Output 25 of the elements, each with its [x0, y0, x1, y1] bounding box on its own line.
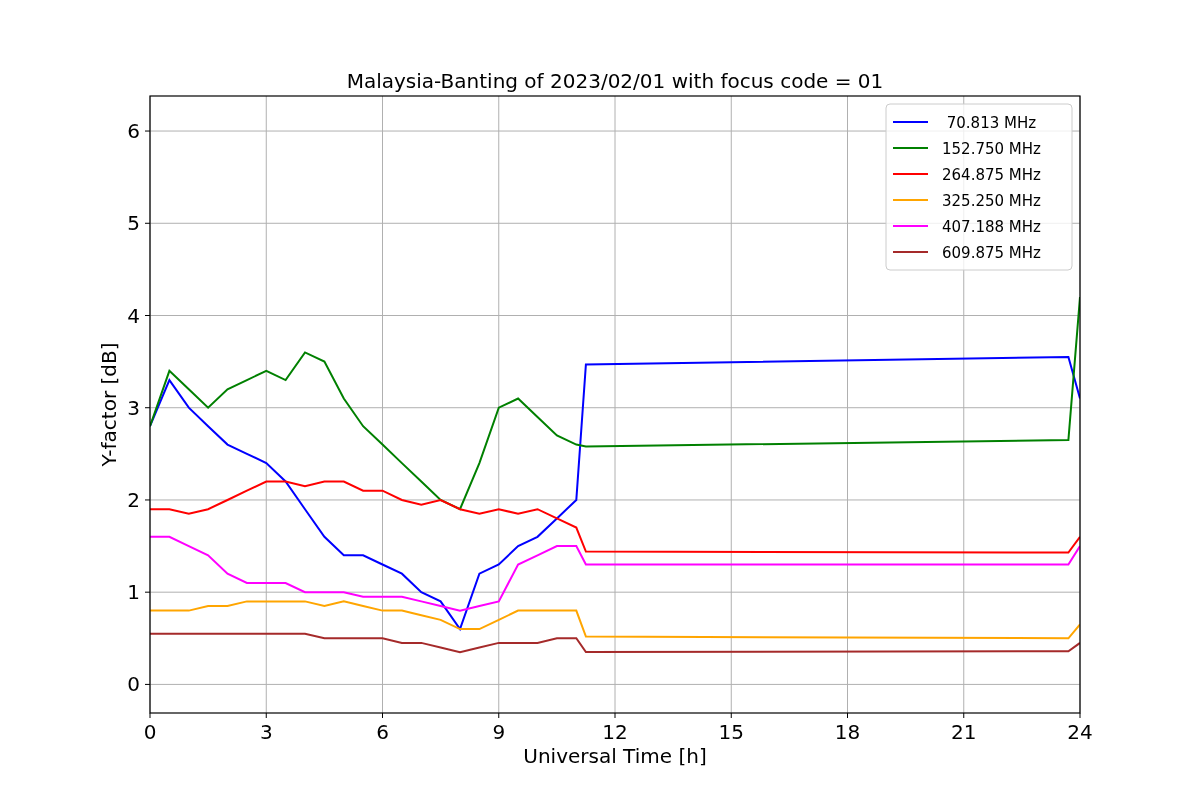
x-tick-label: 24 — [1067, 720, 1093, 744]
x-tick-label: 6 — [376, 720, 389, 744]
x-tick-label: 18 — [834, 720, 861, 744]
legend-label: 325.250 MHz — [942, 192, 1041, 210]
y-tick-label: 6 — [127, 119, 140, 144]
chart-title: Malaysia-Banting of 2023/02/01 with focus code = 01 — [346, 69, 884, 93]
x-tick-label: 21 — [951, 720, 977, 744]
legend-label: 152.750 MHz — [942, 140, 1041, 158]
x-tick-label: 3 — [259, 720, 273, 744]
y-tick-label: 2 — [127, 487, 140, 512]
x-tick-label: 9 — [492, 720, 506, 744]
x-axis-label: Universal Time [h] — [523, 744, 707, 768]
legend-label: 70.813 MHz — [946, 114, 1037, 132]
x-tick-label: 15 — [718, 720, 744, 744]
y-tick-label: 1 — [127, 580, 140, 605]
x-tick-label: 12 — [602, 720, 628, 744]
legend-label: 264.875 MHz — [942, 166, 1041, 184]
legend-label: 609.875 MHz — [942, 244, 1041, 262]
y-tick-label: 3 — [127, 395, 140, 420]
y-tick-label: 0 — [127, 672, 140, 697]
x-tick-label: 0 — [143, 720, 157, 744]
legend-label: 407.188 MHz — [942, 218, 1041, 236]
y-tick-label: 4 — [127, 303, 140, 328]
y-axis-label: Y-factor [dB] — [97, 342, 121, 467]
y-tick-label: 5 — [127, 211, 140, 236]
